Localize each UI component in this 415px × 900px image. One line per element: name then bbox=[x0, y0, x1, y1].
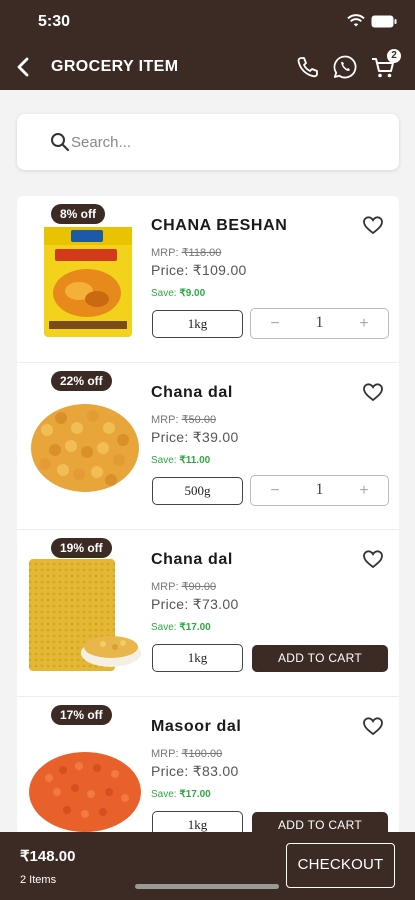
price-text: Price: ₹109.00 bbox=[151, 262, 247, 279]
price-label: Price: bbox=[151, 763, 189, 779]
unit-selector[interactable]: 1kg bbox=[152, 310, 243, 338]
savings-text: Save: ₹9.00 bbox=[151, 288, 205, 299]
save-label: Save: bbox=[151, 288, 177, 299]
price-text: Price: ₹39.00 bbox=[151, 429, 239, 446]
back-icon[interactable] bbox=[10, 53, 38, 81]
product-name: Masoor dal bbox=[151, 718, 242, 735]
mrp-label: MRP: bbox=[151, 581, 179, 593]
price-label: Price: bbox=[151, 429, 189, 445]
cart-button[interactable]: 2 bbox=[369, 49, 401, 81]
unit-selector[interactable]: 1kg bbox=[152, 644, 243, 672]
add-to-cart-button[interactable]: ADD TO CART bbox=[252, 645, 388, 672]
save-label: Save: bbox=[151, 789, 177, 800]
product-image-chana-dal-pack bbox=[29, 559, 141, 671]
product-image-chana-dal bbox=[31, 404, 139, 492]
increase-button[interactable]: + bbox=[352, 312, 376, 336]
search-bar bbox=[17, 114, 399, 170]
product-name: Chana dal bbox=[151, 551, 233, 568]
heart-icon[interactable] bbox=[361, 547, 385, 571]
product-image-masoor-dal bbox=[29, 752, 141, 832]
product-card: 8% off CHANA BESHAN MRP: ₹118.00 Price: … bbox=[17, 196, 399, 363]
mrp-label: MRP: bbox=[151, 247, 179, 259]
save-value: ₹17.00 bbox=[179, 622, 211, 633]
product-card: 22% off Chana dal MRP: ₹50.00 Price: ₹39… bbox=[17, 363, 399, 530]
mrp-value: ₹90.00 bbox=[181, 581, 217, 593]
checkout-button[interactable]: CHECKOUT bbox=[286, 843, 395, 888]
search-icon bbox=[51, 133, 70, 152]
home-indicator bbox=[135, 884, 279, 889]
product-card: 17% off Masoor dal MRP: ₹100.00 Price: ₹… bbox=[17, 697, 399, 836]
price-label: Price: bbox=[151, 262, 189, 278]
mrp-value: ₹50.00 bbox=[181, 414, 217, 426]
unit-selector[interactable]: 500g bbox=[152, 477, 243, 505]
search-input[interactable] bbox=[71, 130, 371, 154]
product-image-chana-beshan bbox=[44, 227, 132, 337]
save-value: ₹9.00 bbox=[179, 288, 206, 299]
save-value: ₹11.00 bbox=[179, 455, 211, 466]
mrp-value: ₹118.00 bbox=[181, 247, 222, 259]
decrease-button[interactable]: − bbox=[263, 312, 287, 336]
product-card: 19% off Chana dal MRP: ₹90.00 Price: ₹73… bbox=[17, 530, 399, 697]
mrp-label: MRP: bbox=[151, 414, 179, 426]
discount-badge: 8% off bbox=[51, 204, 105, 224]
battery-icon bbox=[371, 15, 397, 27]
mrp-text: MRP: ₹118.00 bbox=[151, 246, 221, 259]
heart-icon[interactable] bbox=[361, 213, 385, 237]
increase-button[interactable]: + bbox=[352, 479, 376, 503]
price-value: ₹83.00 bbox=[192, 763, 239, 779]
quantity-value: 1 bbox=[315, 481, 324, 498]
mrp-value: ₹100.00 bbox=[181, 748, 223, 760]
app-bar: GROCERY ITEM 2 bbox=[0, 44, 415, 90]
product-name: CHANA BESHAN bbox=[151, 217, 288, 234]
quantity-stepper: − 1 + bbox=[250, 308, 389, 339]
status-time: 5:30 bbox=[38, 13, 71, 30]
cart-item-count: 2 Items bbox=[20, 874, 57, 886]
phone-icon[interactable] bbox=[293, 53, 321, 81]
whatsapp-icon[interactable] bbox=[331, 53, 359, 81]
mrp-text: MRP: ₹100.00 bbox=[151, 747, 222, 760]
heart-icon[interactable] bbox=[361, 380, 385, 404]
save-label: Save: bbox=[151, 455, 177, 466]
decrease-button[interactable]: − bbox=[263, 479, 287, 503]
mrp-text: MRP: ₹90.00 bbox=[151, 580, 216, 593]
price-value: ₹73.00 bbox=[192, 596, 239, 612]
discount-badge: 22% off bbox=[51, 371, 112, 391]
wifi-icon bbox=[347, 14, 365, 27]
mrp-label: MRP: bbox=[151, 748, 179, 760]
cart-count-badge: 2 bbox=[387, 49, 401, 63]
price-label: Price: bbox=[151, 596, 189, 612]
checkout-bar: ₹148.00 2 Items CHECKOUT bbox=[0, 832, 415, 900]
status-icons bbox=[347, 14, 397, 28]
quantity-stepper: − 1 + bbox=[250, 475, 389, 506]
quantity-value: 1 bbox=[315, 314, 324, 331]
save-label: Save: bbox=[151, 622, 177, 633]
mrp-text: MRP: ₹50.00 bbox=[151, 413, 216, 426]
savings-text: Save: ₹17.00 bbox=[151, 622, 211, 633]
cart-total: ₹148.00 bbox=[20, 848, 76, 865]
save-value: ₹17.00 bbox=[179, 789, 211, 800]
savings-text: Save: ₹11.00 bbox=[151, 455, 210, 466]
heart-icon[interactable] bbox=[361, 714, 385, 738]
page-title: GROCERY ITEM bbox=[51, 58, 179, 75]
status-bar: 5:30 bbox=[0, 0, 415, 44]
discount-badge: 17% off bbox=[51, 705, 112, 725]
price-value: ₹39.00 bbox=[192, 429, 239, 445]
savings-text: Save: ₹17.00 bbox=[151, 789, 211, 800]
price-text: Price: ₹83.00 bbox=[151, 763, 239, 780]
price-text: Price: ₹73.00 bbox=[151, 596, 239, 613]
product-list: 8% off CHANA BESHAN MRP: ₹118.00 Price: … bbox=[17, 196, 399, 836]
discount-badge: 19% off bbox=[51, 538, 112, 558]
product-name: Chana dal bbox=[151, 384, 233, 401]
price-value: ₹109.00 bbox=[192, 262, 247, 278]
